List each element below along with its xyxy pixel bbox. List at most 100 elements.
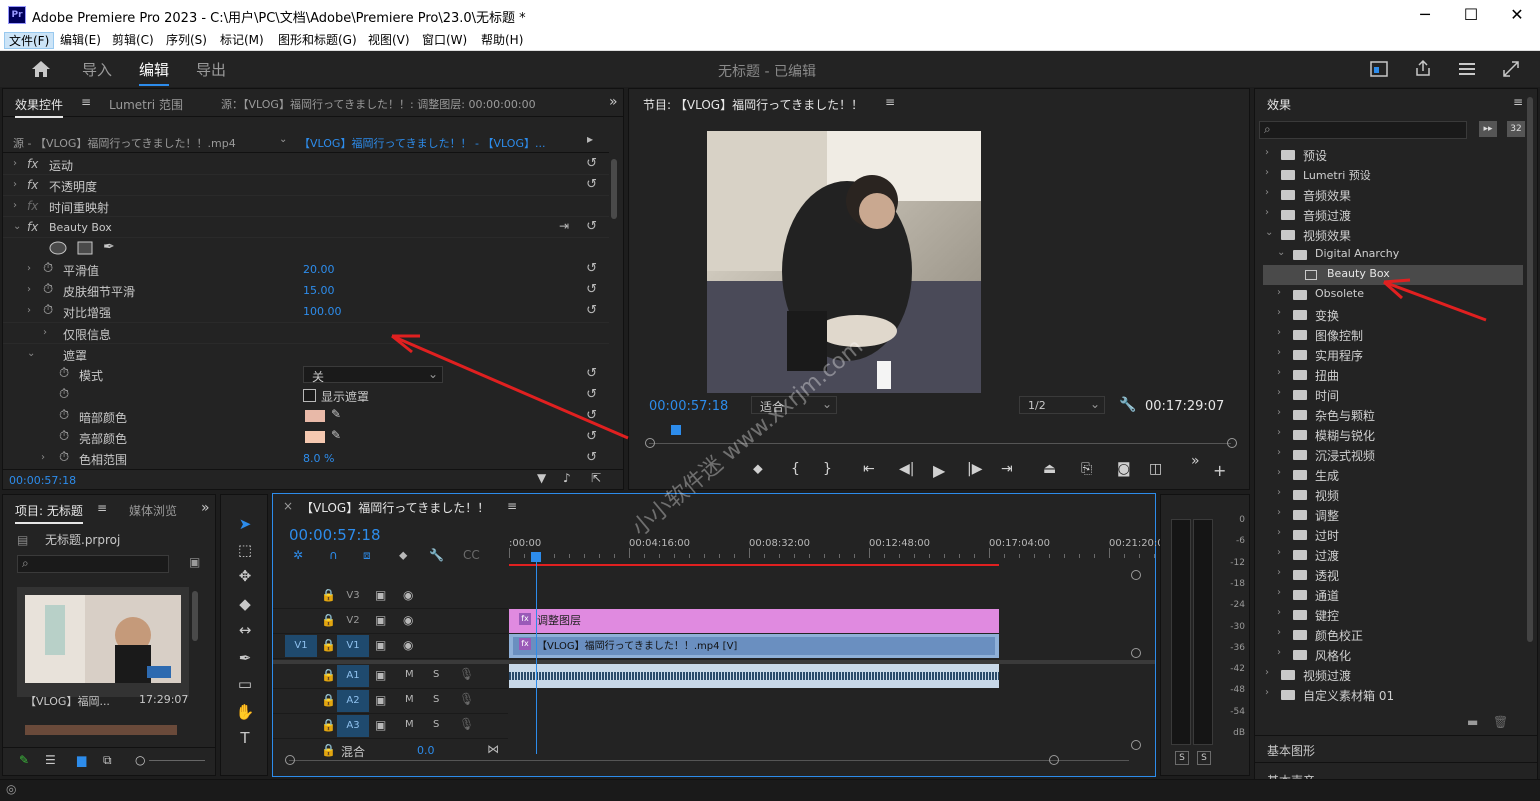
expand-arrow-icon[interactable]: › (1277, 427, 1281, 438)
fullscreen-icon[interactable] (1502, 60, 1520, 78)
accelerated-effects-icon[interactable]: ▸▸ (1479, 121, 1497, 137)
maximize-button[interactable]: ☐ (1448, 0, 1494, 30)
toggle-sync-icon[interactable]: ▣ (375, 638, 386, 652)
pen-tool-icon[interactable]: ✒ (234, 647, 256, 669)
effect-folder[interactable]: › 调整 (1263, 505, 1523, 525)
keyframe-nav-icon[interactable]: ⇥ (559, 219, 569, 233)
tab-export[interactable]: 导出 (196, 59, 226, 80)
expand-arrow-icon[interactable]: › (1265, 187, 1269, 198)
effect-folder[interactable]: › 实用程序 (1263, 345, 1523, 365)
lock-icon[interactable]: 🔒 (321, 588, 336, 602)
eye-icon[interactable]: ◉ (403, 638, 413, 652)
export-frame-icon[interactable]: ◙ (1117, 461, 1131, 477)
menu-marker[interactable]: 标记(M) (216, 32, 268, 49)
clip-thumbnail[interactable] (17, 587, 189, 697)
overflow-icon[interactable]: » (1191, 453, 1200, 469)
expand-arrow-icon[interactable]: › (13, 158, 17, 169)
fx-icon[interactable]: fx (27, 157, 38, 171)
list-view-icon[interactable]: ☰ (45, 753, 56, 767)
effects-search-input[interactable]: ⌕ (1259, 121, 1467, 139)
scroll-start-handle[interactable] (285, 755, 295, 765)
scrollbar-thumb[interactable] (1527, 97, 1533, 642)
expand-arrow-icon[interactable]: › (1277, 547, 1281, 558)
collapse-arrow-icon[interactable]: ⌄ (1277, 247, 1285, 258)
zoom-slider[interactable] (149, 760, 205, 761)
lock-icon[interactable]: 🔒 (321, 638, 336, 652)
panel-menu-icon[interactable]: ≡ (507, 499, 517, 513)
stopwatch-icon[interactable]: ⏱ (59, 387, 69, 402)
expand-arrow-icon[interactable]: › (27, 263, 31, 274)
time-ruler[interactable]: :00:00 00:04:16:00 00:08:32:00 00:12:48:00 0… (509, 534, 1215, 566)
expand-arrow-icon[interactable]: › (1277, 407, 1281, 418)
tab-source[interactable]: 源：【VLOG】福岡行ってきました！！: 调整图层: 00:00:00:00 (221, 96, 536, 112)
track-label[interactable]: A2 (337, 690, 369, 712)
microphone-icon[interactable]: 🎙 (459, 692, 474, 706)
toggle-sync-icon[interactable]: ▣ (375, 613, 386, 627)
expand-arrow-icon[interactable]: › (1277, 627, 1281, 638)
stopwatch-icon[interactable]: ⏱ (43, 303, 53, 318)
param-info-only[interactable]: › 仅限信息 (3, 322, 609, 343)
rectangle-tool-icon[interactable]: ▭ (234, 673, 256, 695)
lock-icon[interactable]: 🔒 (321, 668, 336, 682)
rectangle-mask-icon[interactable] (77, 241, 93, 255)
reset-icon[interactable]: ↺ (586, 303, 597, 318)
program-timecode[interactable]: 00:00:57:18 (649, 399, 728, 414)
param-value[interactable]: 20.00 (303, 263, 335, 276)
reset-icon[interactable]: ↺ (586, 450, 597, 465)
go-to-in-icon[interactable]: ⇤ (863, 461, 875, 477)
toggle-sync-icon[interactable]: ▣ (375, 668, 386, 682)
reset-icon[interactable]: ↺ (586, 366, 597, 381)
effect-folder[interactable]: › 透视 (1263, 565, 1523, 585)
reset-icon[interactable]: ↺ (586, 387, 597, 402)
fit-select[interactable]: 适合 ⌄ (751, 396, 837, 414)
expand-arrow-icon[interactable]: › (13, 179, 17, 190)
stopwatch-icon[interactable]: ⏱ (59, 429, 69, 444)
collapse-arrow-icon[interactable]: ⌄ (13, 221, 21, 232)
solo-button[interactable]: S (433, 694, 439, 705)
track-label[interactable]: A3 (337, 715, 369, 737)
effect-folder[interactable]: › 沉浸式视频 (1263, 445, 1523, 465)
new-bin-icon[interactable]: ▬ (1467, 715, 1478, 729)
panel-menu-icon[interactable]: ≡ (81, 95, 91, 109)
scrollbar-thumb[interactable] (611, 159, 617, 219)
play-icon[interactable]: ▶ (933, 461, 945, 480)
scrollbar-thumb[interactable] (192, 591, 198, 641)
panel-menu-icon[interactable]: ≡ (97, 501, 107, 515)
param-value[interactable]: 8.0 % (303, 452, 334, 465)
essential-graphics-section[interactable]: 基本图形 (1255, 735, 1537, 763)
effect-row-time-remap[interactable]: › fx 时间重映射 (3, 196, 609, 217)
home-icon[interactable] (31, 60, 51, 78)
expand-arrow-icon[interactable]: › (27, 305, 31, 316)
type-tool-icon[interactable]: T (234, 727, 256, 749)
delete-icon[interactable]: 🗑 (1493, 715, 1508, 729)
lock-icon[interactable]: 🔒 (321, 743, 336, 757)
panel-menu-icon[interactable]: ≡ (1513, 95, 1523, 109)
slip-tool-icon[interactable]: ↔ (234, 619, 256, 641)
track-select-tool-icon[interactable]: ⬚ (234, 539, 256, 561)
effect-folder[interactable]: › 风格化 (1263, 645, 1523, 665)
vscroll-handle[interactable] (1131, 570, 1141, 580)
icon-view-icon[interactable]: ▆ (77, 753, 86, 767)
toggle-sync-icon[interactable]: ▣ (375, 693, 386, 707)
video-clip-v1[interactable]: fx 【VLOG】福岡行ってきました！！.mp4 [V] (509, 634, 999, 658)
expand-arrow-icon[interactable]: › (1277, 447, 1281, 458)
effect-item[interactable]: Beauty Box (1263, 265, 1523, 285)
expand-arrow-icon[interactable]: › (1277, 567, 1281, 578)
expand-arrow-icon[interactable]: › (13, 200, 17, 211)
param-dark-color[interactable]: ⏱ 暗部颜色 ✎ ↺ (3, 406, 609, 427)
mute-button[interactable]: M (405, 719, 414, 730)
filter-icon[interactable]: ▼ (537, 471, 546, 485)
track-label[interactable]: V2 (337, 610, 369, 632)
effect-folder[interactable]: › Lumetri 预设 (1263, 165, 1523, 185)
effect-folder[interactable]: › 生成 (1263, 465, 1523, 485)
scroll-end-handle[interactable] (1049, 755, 1059, 765)
expand-arrow-icon[interactable]: › (1277, 647, 1281, 658)
go-to-out-icon[interactable]: ⇥ (1001, 461, 1013, 477)
effect-folder[interactable]: › 模糊与锐化 (1263, 425, 1523, 445)
chevron-down-icon[interactable]: ⌄ (279, 134, 287, 145)
effect-folder[interactable]: ⌄ 视频效果 (1263, 225, 1523, 245)
menu-window[interactable]: 窗口(W) (418, 32, 471, 49)
toggle-sync-icon[interactable]: ▣ (375, 588, 386, 602)
effect-folder[interactable]: › 视频过渡 (1263, 665, 1523, 685)
sequence-clip-label[interactable]: 【VLOG】福岡行ってきました！！ - 【VLOG】... (299, 135, 545, 151)
